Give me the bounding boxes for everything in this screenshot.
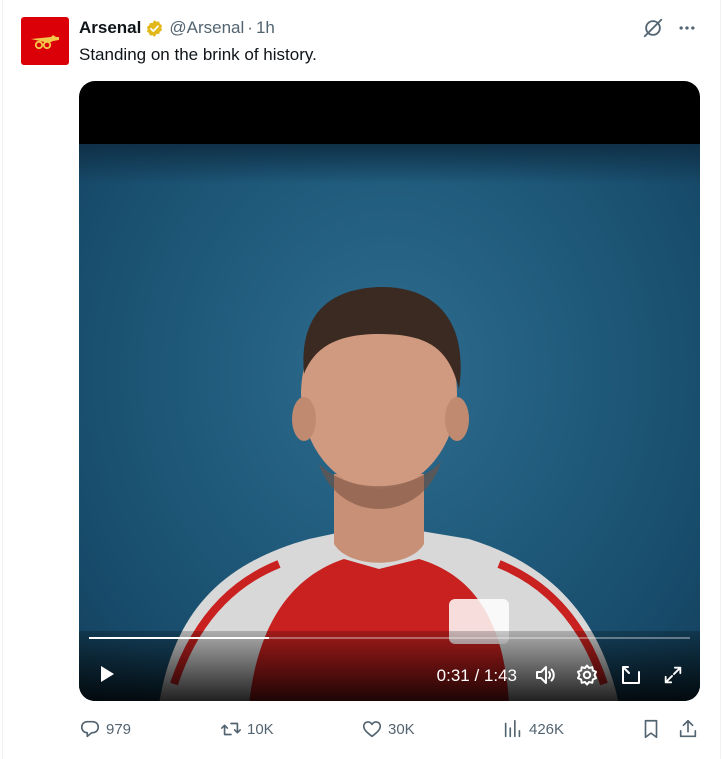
duration: 1:43 [483,666,517,685]
bookmark-icon [644,719,658,739]
cannon-logo-icon [31,35,59,50]
settings-button[interactable] [574,662,600,688]
current-time: 0:31 [436,666,470,685]
views-icon [504,719,521,738]
reply-count: 979 [106,720,132,738]
video-frame [79,144,700,701]
play-icon [101,666,114,682]
retweet-icon [221,722,241,736]
retweet-count: 10K [247,720,274,738]
volume-icon [536,666,555,684]
settings-icon [577,664,597,686]
bookmark-button[interactable] [640,718,662,740]
timeline-border-left [2,0,3,759]
more-icon[interactable] [675,16,699,40]
tweet-top-actions [641,16,699,40]
tweet-text: Standing on the brink of history. [79,45,317,64]
progress-fill [89,637,270,639]
progress-bar[interactable] [89,637,690,639]
author-handle[interactable]: @Arsenal [169,18,244,38]
avatar[interactable] [21,17,69,65]
tweet-header: Arsenal @Arsenal · 1h [79,17,275,39]
like-count: 30K [388,720,415,738]
pip-icon [622,666,640,684]
view-count: 426K [529,720,565,738]
like-button[interactable]: 30K [361,718,415,740]
retweet-button[interactable]: 10K [220,718,274,740]
separator-dot: · [247,18,253,37]
video-shadow [79,144,700,184]
fullscreen-button[interactable] [660,662,686,688]
reply-icon [80,720,100,738]
verified-badge-icon[interactable] [145,19,164,38]
volume-button[interactable] [532,662,558,688]
timeline-border-right [720,0,721,759]
controls-overlay [79,631,700,701]
video-player[interactable]: 0:31 / 1:43 [79,81,700,701]
pip-button[interactable] [618,662,644,688]
tweet-actions: 979 10K 30K 426K [79,718,700,744]
share-icon [679,719,697,738]
share-button[interactable] [677,718,699,740]
grok-icon[interactable] [641,16,665,40]
reply-button[interactable]: 979 [79,718,131,740]
player-figure-image [159,286,619,701]
views-button[interactable]: 426K [502,718,564,740]
fullscreen-icon [664,666,682,684]
time-readout: 0:31 / 1:43 [437,666,517,686]
time-separator: / [469,666,484,685]
author-name[interactable]: Arsenal [79,18,141,38]
play-button[interactable] [97,664,117,684]
tweet-time[interactable]: 1h [256,18,275,38]
like-icon [362,721,382,738]
